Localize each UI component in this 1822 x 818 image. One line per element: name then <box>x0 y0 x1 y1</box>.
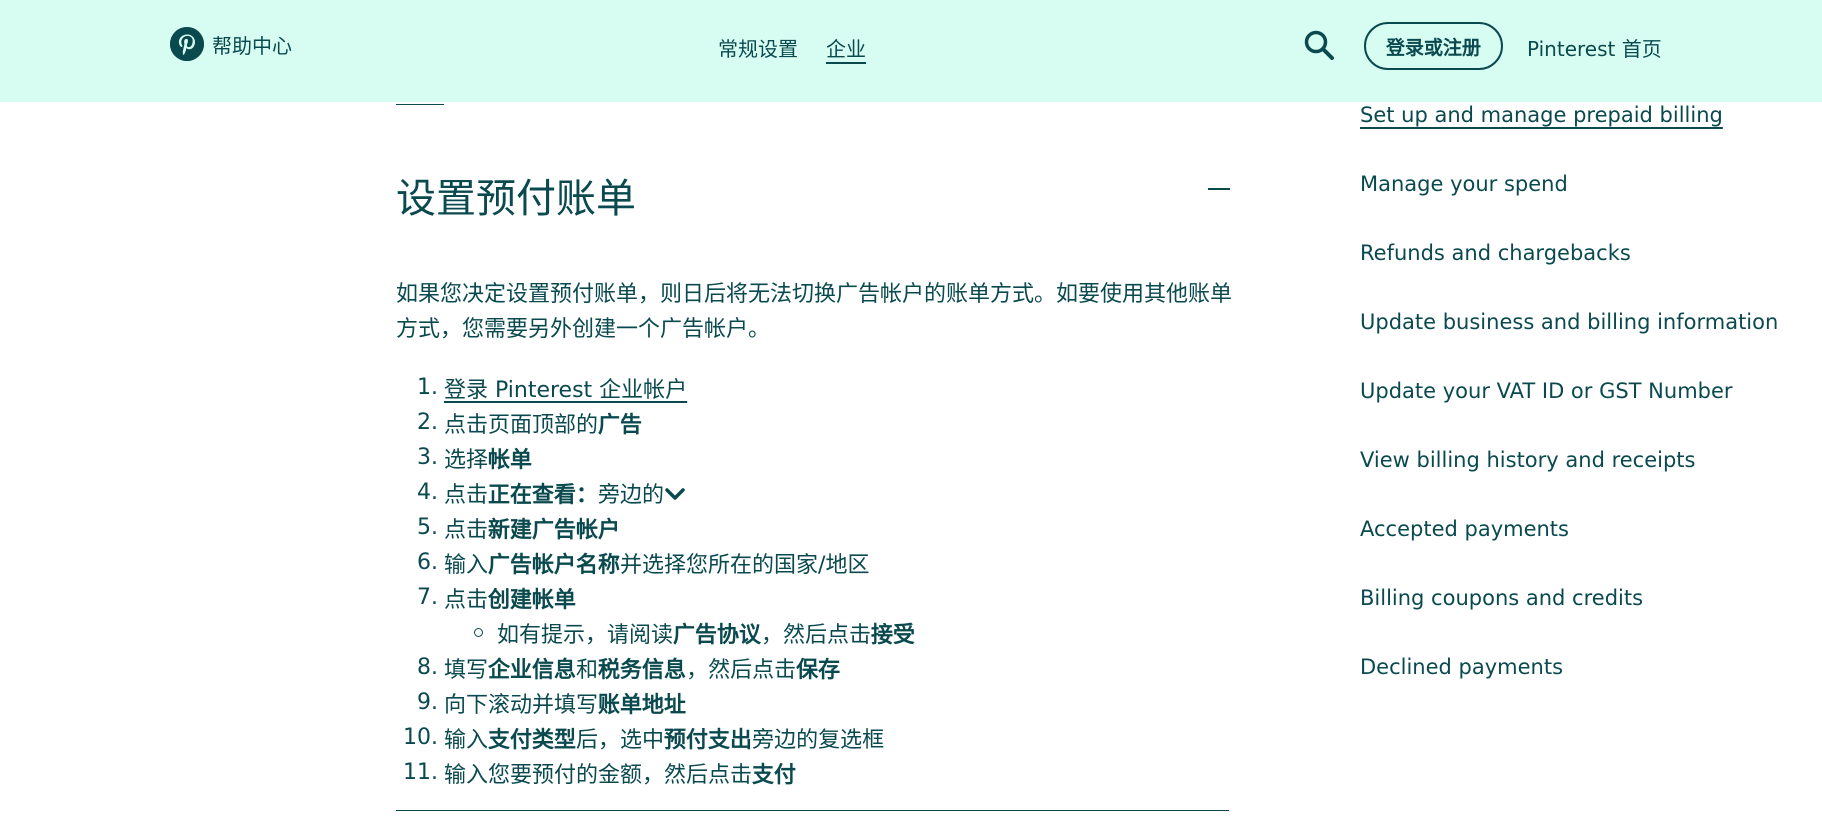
nav-general-settings[interactable]: 常规设置 <box>718 33 798 62</box>
list-item: 6. 输入 广告帐户名称 并选择您所在的国家/地区 <box>417 550 870 578</box>
sidebar-item-billing-history[interactable]: View billing history and receipts <box>1360 441 1800 480</box>
bullet-icon <box>474 628 483 637</box>
sidebar-item-prepaid-billing[interactable]: Set up and manage prepaid billing <box>1360 96 1800 135</box>
login-signup-button[interactable]: 登录或注册 <box>1364 22 1504 70</box>
minus-icon[interactable] <box>1208 178 1230 200</box>
brand-text: 帮助中心 <box>212 33 292 58</box>
sidebar-item-coupons-credits[interactable]: Billing coupons and credits <box>1360 579 1800 618</box>
steps-list: 1. 登录 Pinterest 企业帐户 2. 点击页面顶部的 广告 3. 选择帐… <box>396 370 1232 790</box>
sidebar-item-accepted-payments[interactable]: Accepted payments <box>1360 510 1800 549</box>
login-business-account-link[interactable]: 登录 Pinterest 企业帐户 <box>444 372 687 404</box>
divider <box>396 104 444 105</box>
sidebar-item-manage-spend[interactable]: Manage your spend <box>1360 165 1800 204</box>
list-item: 2. 点击页面顶部的 广告 <box>417 410 643 438</box>
list-item: 9. 向下滚动并填写 账单地址 <box>417 690 687 718</box>
main-nav: 常规设置 企业 <box>718 33 866 62</box>
search-icon[interactable] <box>1302 28 1336 62</box>
sidebar-item-refunds[interactable]: Refunds and chargebacks <box>1360 234 1800 273</box>
list-item: 11. 输入您要预付的金额，然后点击 支付 <box>403 760 797 788</box>
intro-paragraph: 如果您决定设置预付账单，则日后将无法切换广告帐户的账单方式。如要使用其他账单方式… <box>396 282 1233 342</box>
nav-business[interactable]: 企业 <box>826 33 866 62</box>
list-item: 8. 填写 企业信息和税务信息 ，然后点击 保存 <box>417 655 841 683</box>
sidebar-item-update-business-info[interactable]: Update business and billing information <box>1360 303 1800 342</box>
list-item: 7. 点击 创建帐单 <box>417 585 577 613</box>
related-articles-sidebar: Set up and manage prepaid billing Manage… <box>1360 96 1800 717</box>
list-item: 3. 选择 帐单 <box>417 445 533 473</box>
sidebar-item-vat-gst[interactable]: Update your VAT ID or GST Number <box>1360 372 1800 411</box>
list-item: 5. 点击 新建广告帐户 <box>417 515 621 543</box>
top-header: 帮助中心 常规设置 企业 登录或注册 Pinterest 首页 <box>0 0 1822 102</box>
pinterest-logo-icon <box>170 27 204 61</box>
list-item: 4. 点击 正在查看： 旁边的 <box>396 475 1232 510</box>
list-item: 1. 登录 Pinterest 企业帐户 <box>396 370 1232 405</box>
list-item: 10. 输入 支付类型 后，选中 预付支出 旁边的复选框 <box>403 725 885 753</box>
sidebar-item-declined-payments[interactable]: Declined payments <box>1360 648 1800 687</box>
sub-list-item: 如有提示，请阅读 广告协议 ，然后点击 接受 <box>396 615 1232 650</box>
section-title: 设置预付账单 <box>396 176 636 222</box>
divider <box>396 810 1229 811</box>
brand-link[interactable]: 帮助中心 <box>170 27 292 61</box>
chevron-down-icon <box>664 484 686 502</box>
pinterest-home-link[interactable]: Pinterest 首页 <box>1527 33 1662 62</box>
